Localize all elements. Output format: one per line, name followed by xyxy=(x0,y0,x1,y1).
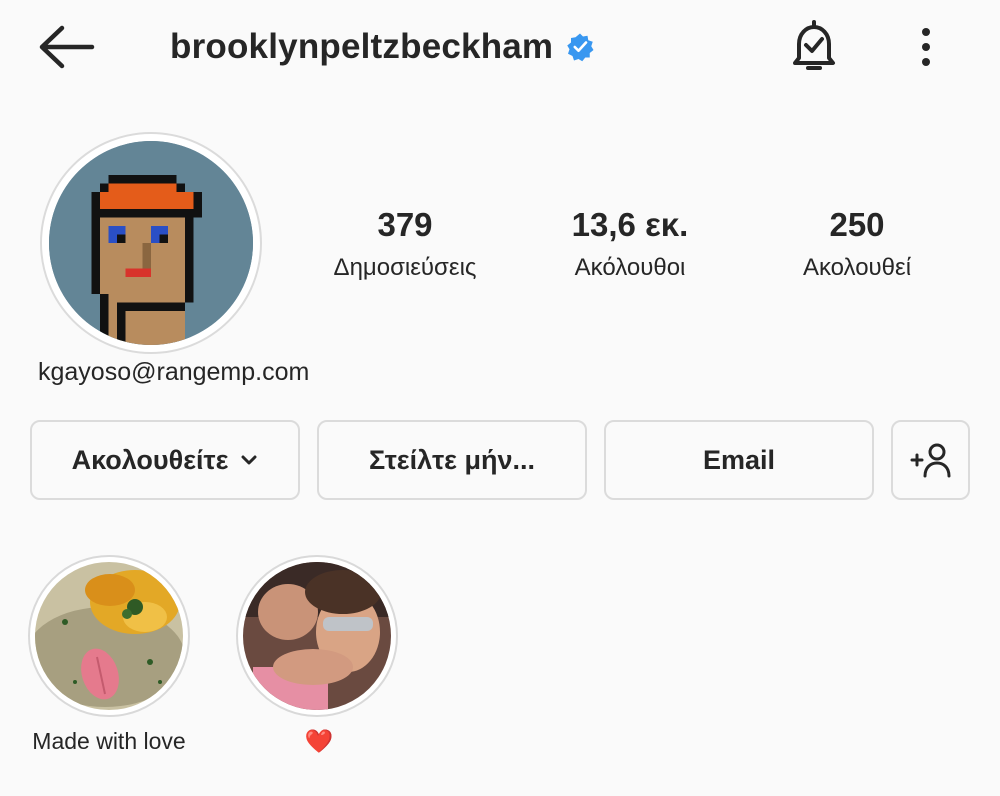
pixel-art-avatar xyxy=(49,141,253,345)
stat-following[interactable]: 250 Ακολουθεί xyxy=(782,205,932,283)
suggested-users-button[interactable] xyxy=(891,420,970,500)
message-button[interactable]: Στείλτε μήν... xyxy=(317,420,587,500)
chevron-down-icon xyxy=(241,455,257,465)
followers-count: 13,6 εκ. xyxy=(571,206,689,243)
message-button-label: Στείλτε μήν... xyxy=(368,444,536,475)
email-button-label: Email xyxy=(702,444,776,475)
following-label: Ακολουθεί xyxy=(802,254,912,281)
more-options-button[interactable] xyxy=(906,22,946,72)
bell-check-icon xyxy=(793,20,835,70)
stat-followers[interactable]: 13,6 εκ. Ακόλουθοι xyxy=(550,205,710,283)
arrow-left-icon xyxy=(39,25,95,69)
highlight-food-image xyxy=(35,562,183,710)
notifications-button[interactable] xyxy=(784,16,844,76)
email-button[interactable]: Email xyxy=(604,420,874,500)
bio-email[interactable]: kgayoso@rangemp.com xyxy=(38,358,309,387)
highlight-photo-image xyxy=(243,562,391,710)
highlight-made-with-love[interactable] xyxy=(28,555,190,717)
highlight-heart[interactable] xyxy=(236,555,398,717)
profile-avatar[interactable] xyxy=(40,132,262,354)
profile-header: brooklynpeltzbeckham xyxy=(170,24,595,70)
stat-posts[interactable]: 379 Δημοσιεύσεις xyxy=(315,205,495,283)
highlight-label-made-with-love: Made with love xyxy=(32,728,186,754)
back-button[interactable] xyxy=(36,22,96,72)
following-button[interactable]: Ακολουθείτε xyxy=(30,420,300,500)
highlight-label-heart: ❤️ xyxy=(304,728,334,754)
followers-label: Ακόλουθοι xyxy=(574,254,686,281)
posts-count: 379 xyxy=(377,206,433,243)
username: brooklynpeltzbeckham xyxy=(170,27,554,66)
add-person-icon xyxy=(910,443,950,478)
verified-badge-icon xyxy=(567,33,594,62)
posts-label: Δημοσιεύσεις xyxy=(333,254,477,281)
following-count: 250 xyxy=(829,206,885,243)
profile-page: brooklynpeltzbeckham 379 Δημοσιεύσεις 13… xyxy=(0,0,1000,796)
following-button-label: Ακολουθείτε xyxy=(71,444,229,475)
more-vertical-icon xyxy=(922,28,930,66)
